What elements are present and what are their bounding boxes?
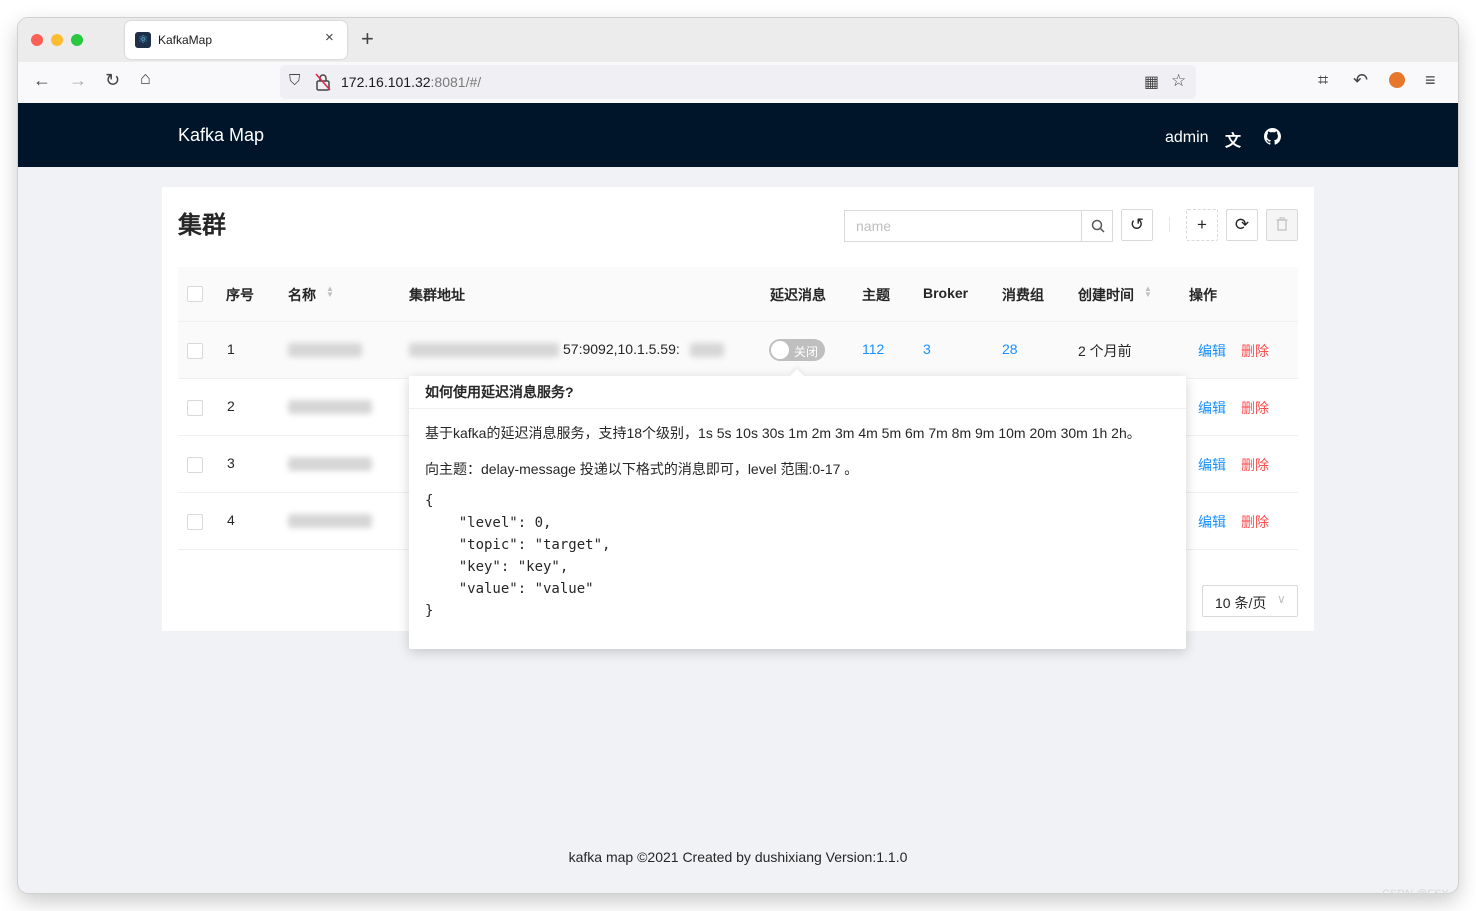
add-cluster-button[interactable]: + (1186, 209, 1218, 241)
brand-title[interactable]: Kafka Map (178, 125, 264, 146)
sort-created-icon[interactable]: ▲ ▼ (1144, 285, 1152, 299)
shield-icon[interactable]: ⛉ (289, 72, 300, 89)
page-size-select[interactable]: 10 条/页 ∨ (1202, 585, 1298, 617)
edit-button[interactable]: 编辑 (1198, 341, 1226, 361)
switch-label: 关闭 (794, 345, 819, 359)
chevron-down-icon: ∨ (1277, 592, 1286, 606)
popover-usage: 向主题：delay-message 投递以下格式的消息即可，level 范围:0… (425, 461, 859, 477)
row-checkbox[interactable] (187, 514, 203, 530)
delete-button[interactable]: 删除 (1241, 455, 1269, 475)
refresh-icon: ⟳ (1234, 215, 1250, 234)
page-footer: kafka map ©2021 Created by dushixiang Ve… (568, 849, 908, 865)
browser-nav-bar: ← → ↻ ⌂ ⛉ 172.16.101.32:8081/#/ ▦ ☆ ⌗ ↶ … (18, 62, 1458, 104)
column-consumer-groups: 消费组 (1002, 287, 1044, 303)
reset-icon: ↺ (1129, 215, 1145, 234)
row-index: 3 (227, 455, 235, 471)
address-bar[interactable]: ⛉ 172.16.101.32:8081/#/ ▦ ☆ (280, 65, 1196, 99)
delete-button[interactable]: 删除 (1241, 398, 1269, 418)
delete-button[interactable]: 删除 (1241, 341, 1269, 361)
sort-name-icon[interactable]: ▲ ▼ (326, 285, 334, 299)
broker-link[interactable]: 3 (923, 341, 931, 357)
page-title: 集群 (178, 212, 226, 239)
edit-button[interactable]: 编辑 (1198, 455, 1226, 475)
switch-knob (771, 341, 789, 359)
popover-title: 如何使用延迟消息服务? (409, 376, 1186, 409)
row-checkbox[interactable] (187, 457, 203, 473)
blurred-cluster-name (288, 400, 372, 414)
blurred-address-start (409, 343, 559, 357)
reload-icon[interactable]: ↻ (105, 70, 120, 91)
column-created[interactable]: 创建时间 (1078, 285, 1134, 305)
popover-code-sample: { "level": 0, "topic": "target", "key": … (425, 493, 611, 619)
consumer-groups-link[interactable]: 28 (1002, 341, 1018, 357)
translate-icon[interactable]: 文 (1225, 127, 1241, 151)
created-time: 2 个月前 (1078, 343, 1132, 359)
row-index: 1 (227, 341, 235, 357)
row-index: 2 (227, 398, 235, 414)
row-checkbox[interactable] (187, 343, 203, 359)
new-tab-icon[interactable]: + (361, 26, 374, 52)
row-checkbox[interactable] (187, 400, 203, 416)
column-actions: 操作 (1189, 287, 1217, 303)
back-icon[interactable]: ← (33, 70, 51, 91)
watermark: CSDN @FSY (1382, 888, 1449, 900)
cluster-address: 57:9092,10.1.5.59: (563, 341, 680, 357)
trash-icon (1276, 217, 1288, 231)
github-icon[interactable] (1264, 128, 1281, 145)
undo-icon[interactable]: ↶ (1353, 70, 1368, 91)
select-all-checkbox[interactable] (187, 286, 203, 302)
column-topics: 主题 (862, 287, 890, 303)
row-index: 4 (227, 512, 235, 528)
bookmark-star-icon[interactable]: ☆ (1171, 71, 1186, 91)
search-input[interactable] (845, 211, 1073, 241)
column-broker: Broker (923, 285, 969, 301)
browser-tab[interactable]: ⚛ KafkaMap × (125, 21, 347, 59)
blurred-cluster-name (288, 457, 372, 471)
refresh-button[interactable]: ⟳ (1226, 209, 1258, 241)
close-window-button[interactable] (31, 34, 43, 46)
search-button[interactable] (1081, 211, 1113, 241)
search-icon (1091, 219, 1105, 233)
blurred-cluster-name (288, 514, 372, 528)
column-address: 集群地址 (409, 287, 465, 303)
delay-message-switch[interactable]: 关闭 (769, 339, 825, 361)
insecure-lock-icon[interactable] (315, 73, 331, 91)
column-index: 序号 (226, 287, 254, 303)
column-delay-message: 延迟消息 (770, 287, 826, 303)
url-path: :8081/#/ (430, 74, 482, 90)
react-icon: ⚛ (135, 32, 151, 48)
extension-icon[interactable] (1389, 72, 1405, 88)
zoom-window-button[interactable] (71, 34, 83, 46)
page-size-value: 10 条/页 (1215, 595, 1267, 611)
url-text[interactable]: 172.16.101.32:8081/#/ (341, 74, 481, 90)
blurred-cluster-name (288, 343, 362, 357)
plus-icon: + (1197, 215, 1207, 234)
table-row: 1 57:9092,10.1.5.59: 关闭 112 3 28 2 个月前 编… (178, 322, 1298, 379)
browser-tab-bar: ⚛ KafkaMap × + (18, 18, 1458, 62)
tab-title: KafkaMap (158, 33, 213, 47)
topics-link[interactable]: 112 (862, 341, 884, 357)
table-header: 序号 名称 ▲ ▼ 集群地址 延迟消息 主题 Broker 消费组 创建时间 ▲ ▼… (178, 267, 1298, 322)
url-host: 172.16.101.32 (341, 74, 431, 90)
qr-code-icon[interactable]: ▦ (1144, 72, 1159, 92)
forward-icon[interactable]: → (69, 70, 87, 91)
delay-message-popover: 如何使用延迟消息服务? 基于kafka的延迟消息服务，支持18个级别，1s 5s… (409, 368, 1186, 649)
popover-description: 基于kafka的延迟消息服务，支持18个级别，1s 5s 10s 30s 1m … (425, 425, 1141, 441)
minimize-window-button[interactable] (51, 34, 63, 46)
delete-button[interactable]: 删除 (1241, 512, 1269, 532)
batch-delete-button[interactable] (1266, 209, 1298, 241)
edit-button[interactable]: 编辑 (1198, 512, 1226, 532)
toolbar-divider (1169, 217, 1170, 232)
app-header: Kafka Map admin 文 (18, 103, 1458, 167)
reset-button[interactable]: ↺ (1121, 209, 1153, 241)
home-icon[interactable]: ⌂ (140, 68, 151, 89)
crop-icon[interactable]: ⌗ (1318, 70, 1328, 91)
tab-close-icon[interactable]: × (325, 29, 334, 46)
edit-button[interactable]: 编辑 (1198, 398, 1226, 418)
search-box (844, 210, 1113, 242)
blurred-address-end (690, 343, 724, 357)
user-name[interactable]: admin (1165, 129, 1209, 147)
menu-icon[interactable]: ≡ (1425, 70, 1436, 91)
column-name[interactable]: 名称 (288, 285, 316, 305)
